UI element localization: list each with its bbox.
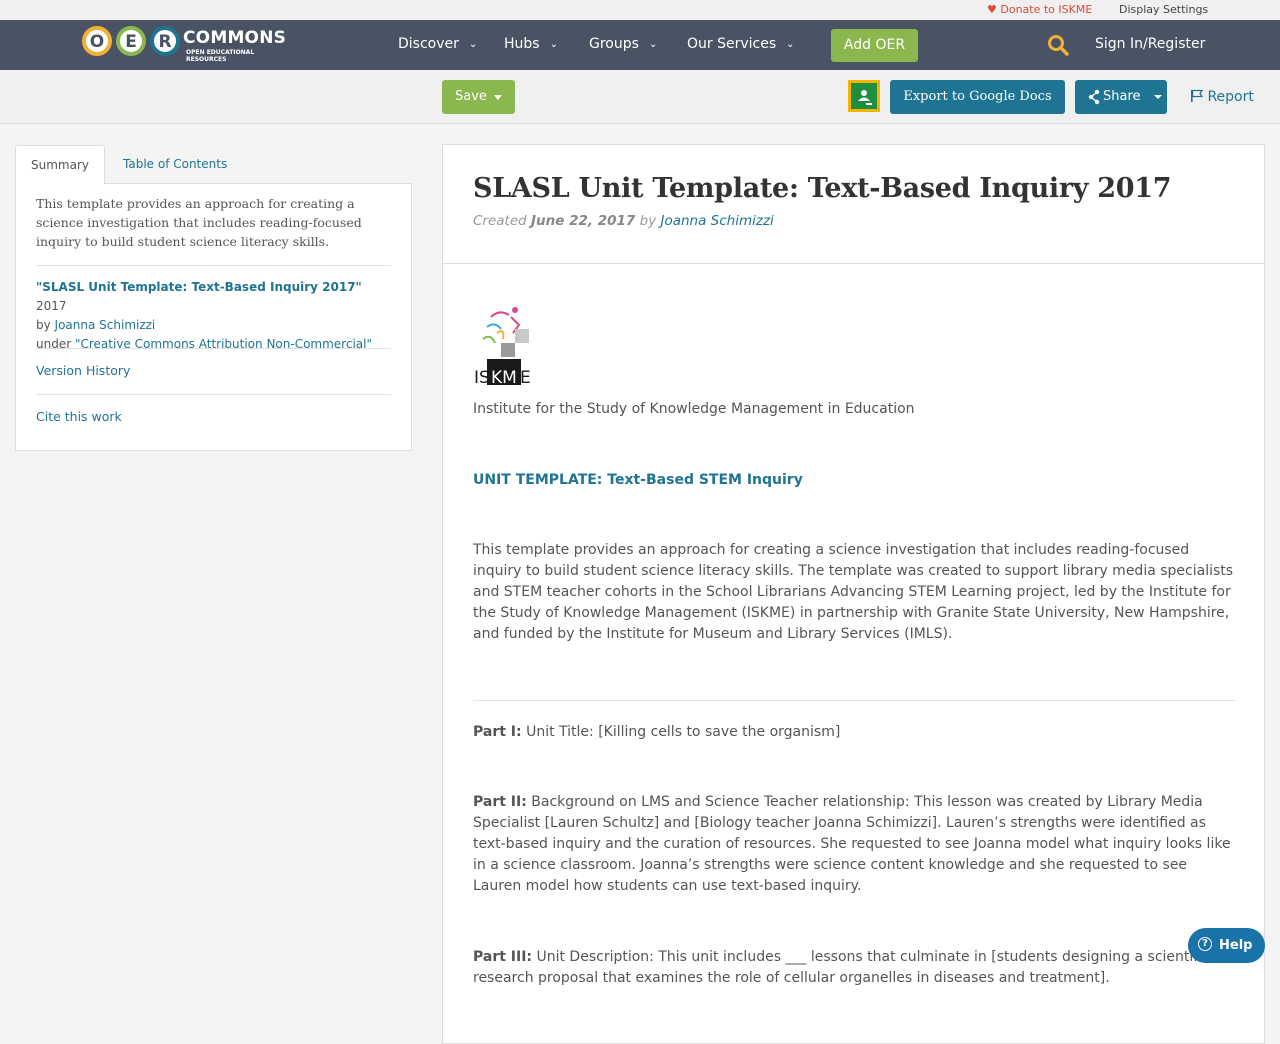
- help-label: Help: [1219, 938, 1253, 953]
- save-button[interactable]: Save: [442, 80, 515, 114]
- share-label: Share: [1103, 89, 1141, 104]
- nav-our-services[interactable]: Our Services ⌄: [687, 36, 795, 52]
- tab-table-of-contents[interactable]: Table of Contents: [123, 157, 227, 171]
- svg-text:KM: KM: [491, 368, 517, 387]
- intro-paragraph: This template provides an approach for c…: [473, 542, 1234, 642]
- report-button[interactable]: Report: [1190, 88, 1254, 105]
- donate-link[interactable]: ♥ Donate to ISKME: [987, 3, 1092, 16]
- part-2-text: Background on LMS and Science Teacher re…: [473, 794, 1231, 894]
- nav-discover[interactable]: Discover ⌄: [398, 36, 477, 52]
- part-1-label: Part I:: [473, 724, 522, 740]
- author-link[interactable]: Joanna Schimizzi: [660, 213, 773, 229]
- page-title: SLASL Unit Template: Text-Based Inquiry …: [473, 173, 1172, 204]
- sign-in-register-link[interactable]: Sign In/Register: [1095, 36, 1205, 52]
- created-label: Created: [473, 213, 527, 229]
- add-oer-button[interactable]: Add OER: [831, 29, 918, 62]
- institute-name: Institute for the Study of Knowledge Man…: [473, 401, 915, 417]
- nav-groups[interactable]: Groups ⌄: [589, 36, 657, 52]
- nav-discover-label: Discover: [398, 36, 459, 52]
- part-2-paragraph: Part II: Background on LMS and Science T…: [473, 792, 1235, 897]
- part-1-text: Unit Title: [Killing cells to save the o…: [521, 724, 841, 740]
- nav-hubs-label: Hubs: [504, 36, 540, 52]
- created-date: June 22, 2017: [531, 213, 636, 229]
- chevron-down-icon: ⌄: [468, 39, 478, 50]
- iskme-logo: IS KM E: [474, 307, 531, 387]
- classroom-person-icon: [858, 90, 872, 105]
- attribution-title[interactable]: "SLASL Unit Template: Text-Based Inquiry…: [36, 280, 362, 294]
- divider: [36, 348, 391, 349]
- question-icon: ?: [1198, 937, 1212, 951]
- search-icon[interactable]: [1047, 34, 1069, 56]
- cite-this-work-link[interactable]: Cite this work: [36, 409, 122, 424]
- caret-down-icon: [1154, 95, 1162, 99]
- nav-our-services-label: Our Services: [687, 36, 777, 52]
- flag-icon: [1191, 89, 1204, 102]
- logo-letter-o: O: [82, 26, 112, 56]
- report-label: Report: [1207, 89, 1254, 105]
- version-history-link[interactable]: Version History: [36, 363, 130, 378]
- resource-toolbar: Save Export to Google Docs Share Report: [0, 70, 1280, 124]
- part-3-label: Part III:: [473, 949, 533, 965]
- nav-hubs[interactable]: Hubs ⌄: [504, 36, 558, 52]
- caret-down-icon: [494, 95, 502, 100]
- export-google-docs-button[interactable]: Export to Google Docs: [890, 80, 1065, 114]
- unit-template-heading: UNIT TEMPLATE: Text-Based STEM Inquiry: [473, 472, 803, 488]
- nav-groups-label: Groups: [589, 36, 639, 52]
- part-3-paragraph: Part III: Unit Description: This unit in…: [473, 947, 1235, 989]
- resource-summary: This template provides an approach for c…: [36, 196, 362, 249]
- logo-word: COMMONS: [183, 28, 287, 48]
- divider: [36, 265, 391, 266]
- svg-text:E: E: [520, 368, 531, 387]
- attribution-year: 2017: [36, 299, 67, 313]
- part-2-label: Part II:: [473, 794, 527, 810]
- google-classroom-icon[interactable]: [848, 80, 880, 112]
- attribution-by: by: [36, 318, 51, 332]
- attribution-author-link[interactable]: Joanna Schimizzi: [55, 318, 156, 332]
- header-divider: [443, 263, 1264, 264]
- resource-content: SLASL Unit Template: Text-Based Inquiry …: [442, 144, 1265, 1044]
- svg-text:IS: IS: [474, 368, 490, 387]
- help-button[interactable]: ? Help: [1188, 928, 1265, 963]
- part-3-text: Unit Description: This unit includes ___…: [473, 949, 1210, 986]
- oer-commons-logo[interactable]: O E R COMMONS OPEN EDUCATIONAL RESOURCES: [82, 26, 292, 63]
- save-label: Save: [455, 89, 487, 104]
- created-info: Created June 22, 2017 by Joanna Schimizz…: [473, 213, 774, 229]
- logo-subtitle: OPEN EDUCATIONAL RESOURCES: [186, 49, 255, 63]
- tab-summary[interactable]: Summary: [15, 145, 105, 184]
- utility-bar: ♥ Donate to ISKME Display Settings: [0, 0, 1280, 20]
- part-1-paragraph: Part I: Unit Title: [Killing cells to sa…: [473, 722, 1235, 743]
- chevron-down-icon: ⌄: [648, 39, 658, 50]
- chevron-down-icon: ⌄: [786, 39, 795, 50]
- logo-letter-r: R: [150, 26, 180, 56]
- display-settings-link[interactable]: Display Settings: [1119, 3, 1208, 16]
- main-nav: O E R COMMONS OPEN EDUCATIONAL RESOURCES…: [0, 20, 1280, 70]
- share-button[interactable]: Share: [1075, 80, 1167, 114]
- divider: [36, 394, 391, 395]
- attribution: "SLASL Unit Template: Text-Based Inquiry…: [36, 278, 391, 354]
- logo-letter-e: E: [116, 26, 146, 56]
- chevron-down-icon: ⌄: [549, 39, 558, 50]
- donate-label: Donate to ISKME: [1000, 3, 1093, 16]
- summary-panel: This template provides an approach for c…: [15, 183, 412, 451]
- section-divider: [473, 700, 1235, 701]
- by-label: by: [639, 213, 657, 229]
- share-icon: [1088, 89, 1100, 105]
- heart-icon: ♥: [987, 3, 997, 16]
